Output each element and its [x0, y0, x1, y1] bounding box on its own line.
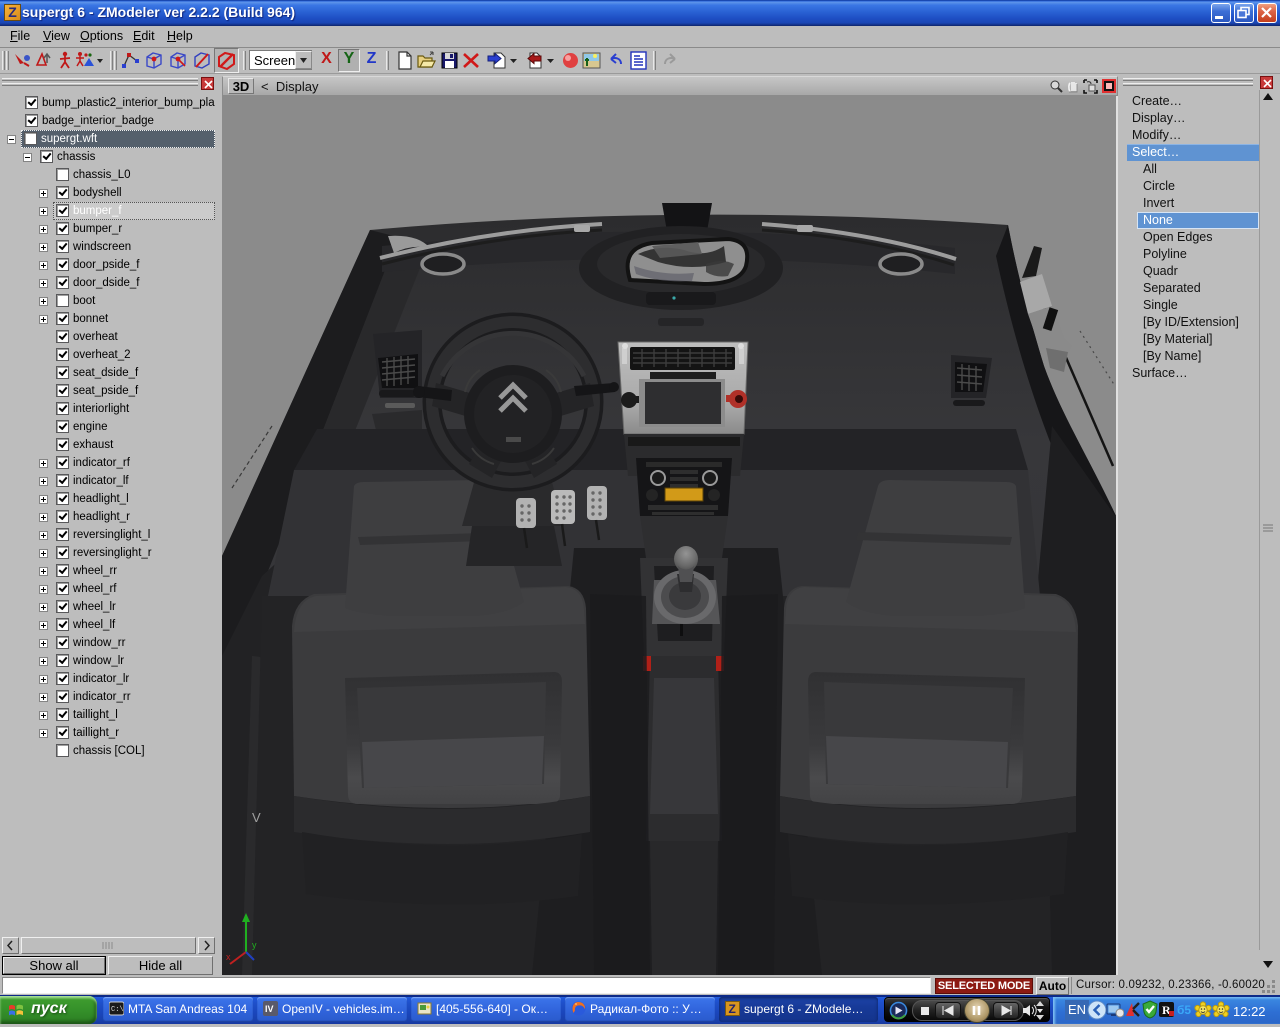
svg-text:C:\: C:\	[111, 1006, 124, 1014]
svg-text:y: y	[252, 940, 257, 950]
svg-text:IV: IV	[265, 1004, 274, 1014]
svg-text:Z: Z	[729, 1002, 736, 1016]
svg-text:V: V	[252, 810, 261, 825]
svg-text:x: x	[226, 952, 231, 962]
